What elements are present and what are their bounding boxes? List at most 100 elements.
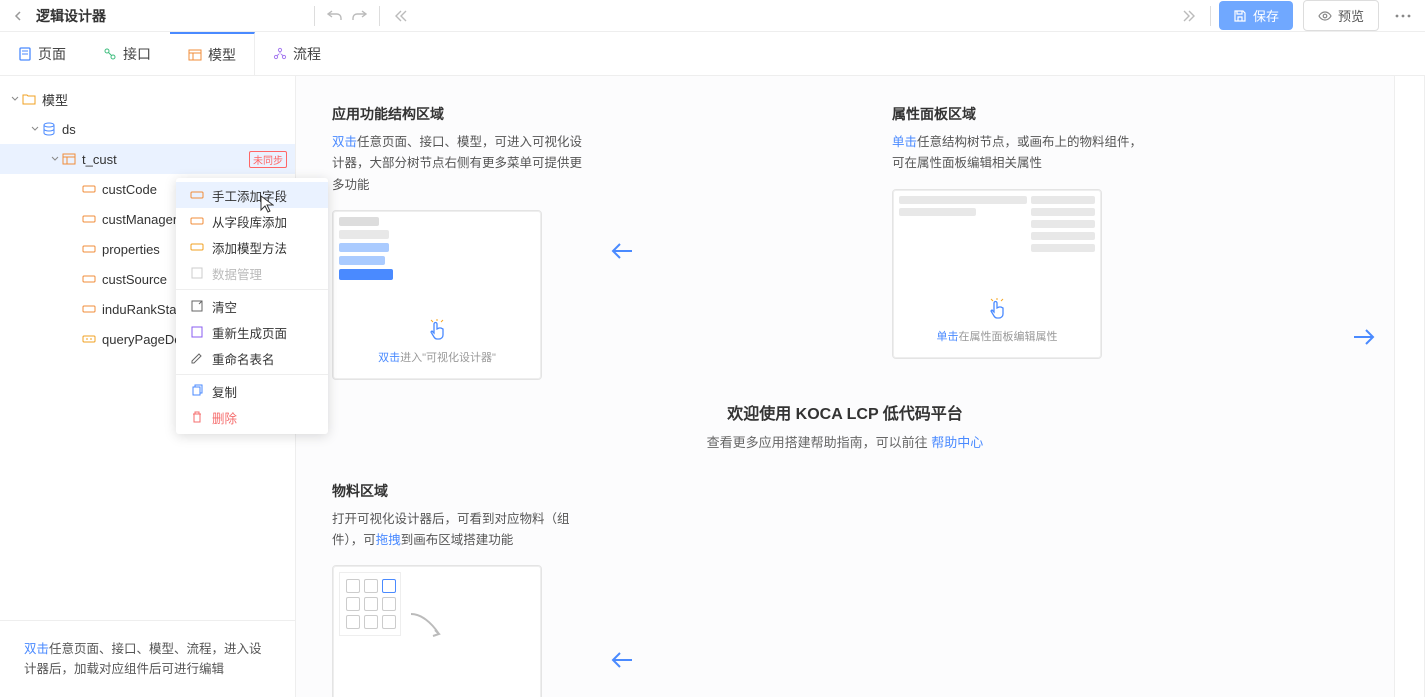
section-materials: 物料区域 打开可视化设计器后，可看到对应物料（组件），可拖拽到画布区域搭建功能 … [332,481,592,697]
cm-add-method[interactable]: 添加模型方法 [176,234,328,260]
hint-keyword: 双击 [24,642,49,656]
more-button[interactable] [1389,2,1417,30]
chevron-down-icon[interactable] [28,122,42,136]
welcome-panel: 欢迎使用 KOCA LCP 低代码平台 查看更多应用搭建帮助指南，可以前往 帮助… [332,400,1358,451]
tab-page[interactable]: 页面 [0,32,85,75]
method-icon [190,240,204,254]
section-title: 应用功能结构区域 [332,104,592,124]
save-button[interactable]: 保存 [1219,1,1293,30]
tab-label: 流程 [293,44,321,64]
pointer-icon [428,319,446,341]
welcome-desc: 查看更多应用搭建帮助指南，可以前往 [707,435,932,450]
keyword: 双击 [332,135,357,149]
preview-properties: 单击在属性面板编辑属性 [892,189,1102,359]
pointer-icon [988,298,1006,320]
box-text: 在属性面板编辑属性 [959,331,1058,343]
field-icon [82,272,96,286]
tree-label: t_cust [82,152,249,167]
cm-clear[interactable]: 清空 [176,293,328,319]
tab-row: 页面 接口 模型 流程 [0,32,1425,76]
tab-process[interactable]: 流程 [255,32,340,75]
preview-structure: 双击进入"可视化设计器" [332,210,542,380]
arrow-right-icon [1354,328,1376,346]
sidebar-hint: 双击任意页面、接口、模型、流程，进入设计器后，加载对应组件后可进行编辑 [0,620,295,697]
tab-model[interactable]: 模型 [170,32,255,75]
field-add-icon [190,188,204,202]
library-icon [190,214,204,228]
divider [379,6,380,26]
cm-label: 复制 [212,382,237,401]
cm-delete[interactable]: 删除 [176,404,328,430]
cm-copy[interactable]: 复制 [176,378,328,404]
drag-arrow-icon [409,612,449,642]
chevron-down-icon[interactable] [48,152,62,166]
right-panel-collapsed[interactable] [1395,76,1425,697]
page-icon [18,47,32,61]
redo-button[interactable] [347,4,371,28]
keyword: 双击 [378,352,400,364]
divider [314,6,315,26]
back-button[interactable] [8,6,28,26]
tab-label: 页面 [38,44,66,64]
keyword: 拖拽 [376,533,401,547]
section-text: 任意结构树节点，或画布上的物料组件，可在属性面板编辑相关属性 [892,135,1142,170]
cm-label: 从字段库添加 [212,212,287,231]
tree-table[interactable]: t_cust 未同步 [0,144,295,174]
save-icon [1233,9,1247,23]
collapse-out-button[interactable] [1178,4,1202,28]
arrow-left-icon [610,651,632,669]
preview-materials: 拖拽到画布区域搭建功能 [332,565,542,697]
collapse-in-button[interactable] [388,4,412,28]
data-icon [190,266,204,280]
chevron-down-icon[interactable] [8,92,22,106]
field-icon [82,302,96,316]
cm-manual-add[interactable]: 手工添加字段 [176,182,328,208]
tree-ds[interactable]: ds [0,114,295,144]
cm-label: 添加模型方法 [212,238,287,257]
tree-root[interactable]: 模型 [0,84,295,114]
keyword: 单击 [892,135,917,149]
eye-icon [1318,9,1332,23]
welcome-title: 欢迎使用 KOCA LCP 低代码平台 [332,400,1358,424]
preview-button[interactable]: 预览 [1303,0,1379,31]
save-label: 保存 [1253,6,1279,25]
hint-text: 任意页面、接口、模型、流程，进入设计器后，加载对应组件后可进行编辑 [24,642,262,676]
clear-icon [190,299,204,313]
tree-label: ds [62,122,287,137]
cm-label: 手工添加字段 [212,186,287,205]
separator [176,289,328,290]
cm-lib-add[interactable]: 从字段库添加 [176,208,328,234]
method-icon [82,332,96,346]
interface-icon [103,47,117,61]
cm-rename[interactable]: 重命名表名 [176,345,328,371]
cm-regen[interactable]: 重新生成页面 [176,319,328,345]
section-text: 任意页面、接口、模型，可进入可视化设计器，大部分树节点右侧有更多菜单可提供更多功… [332,135,582,192]
regenerate-icon [190,325,204,339]
arrow-left-icon [610,242,632,260]
table-icon [62,152,76,166]
process-icon [273,47,287,61]
database-icon [42,122,56,136]
field-icon [82,212,96,226]
ellipsis-icon [1395,14,1411,18]
main: 模型 ds t_cust 未同步 custCode custManager [0,76,1425,697]
section-title: 属性面板区域 [892,104,1152,124]
cm-data-mgmt: 数据管理 [176,260,328,286]
tab-interface[interactable]: 接口 [85,32,170,75]
cm-label: 删除 [212,408,237,427]
app-title: 逻辑设计器 [36,6,106,26]
tree-label: 模型 [42,90,287,109]
box-text: 进入"可视化设计器" [400,352,496,364]
section-text-post: 到画布区域搭建功能 [401,533,514,547]
section-properties: 属性面板区域 单击任意结构树节点，或画布上的物料组件，可在属性面板编辑相关属性 … [892,104,1152,380]
field-icon [82,242,96,256]
rename-icon [190,351,204,365]
cm-label: 清空 [212,297,237,316]
help-center-link[interactable]: 帮助中心 [931,435,983,450]
undo-button[interactable] [323,4,347,28]
topbar: 逻辑设计器 保存 预览 [0,0,1425,32]
model-icon [188,48,202,62]
cm-label: 重命名表名 [212,349,275,368]
section-structure: 应用功能结构区域 双击任意页面、接口、模型，可进入可视化设计器，大部分树节点右侧… [332,104,592,380]
cm-label: 数据管理 [212,264,262,283]
